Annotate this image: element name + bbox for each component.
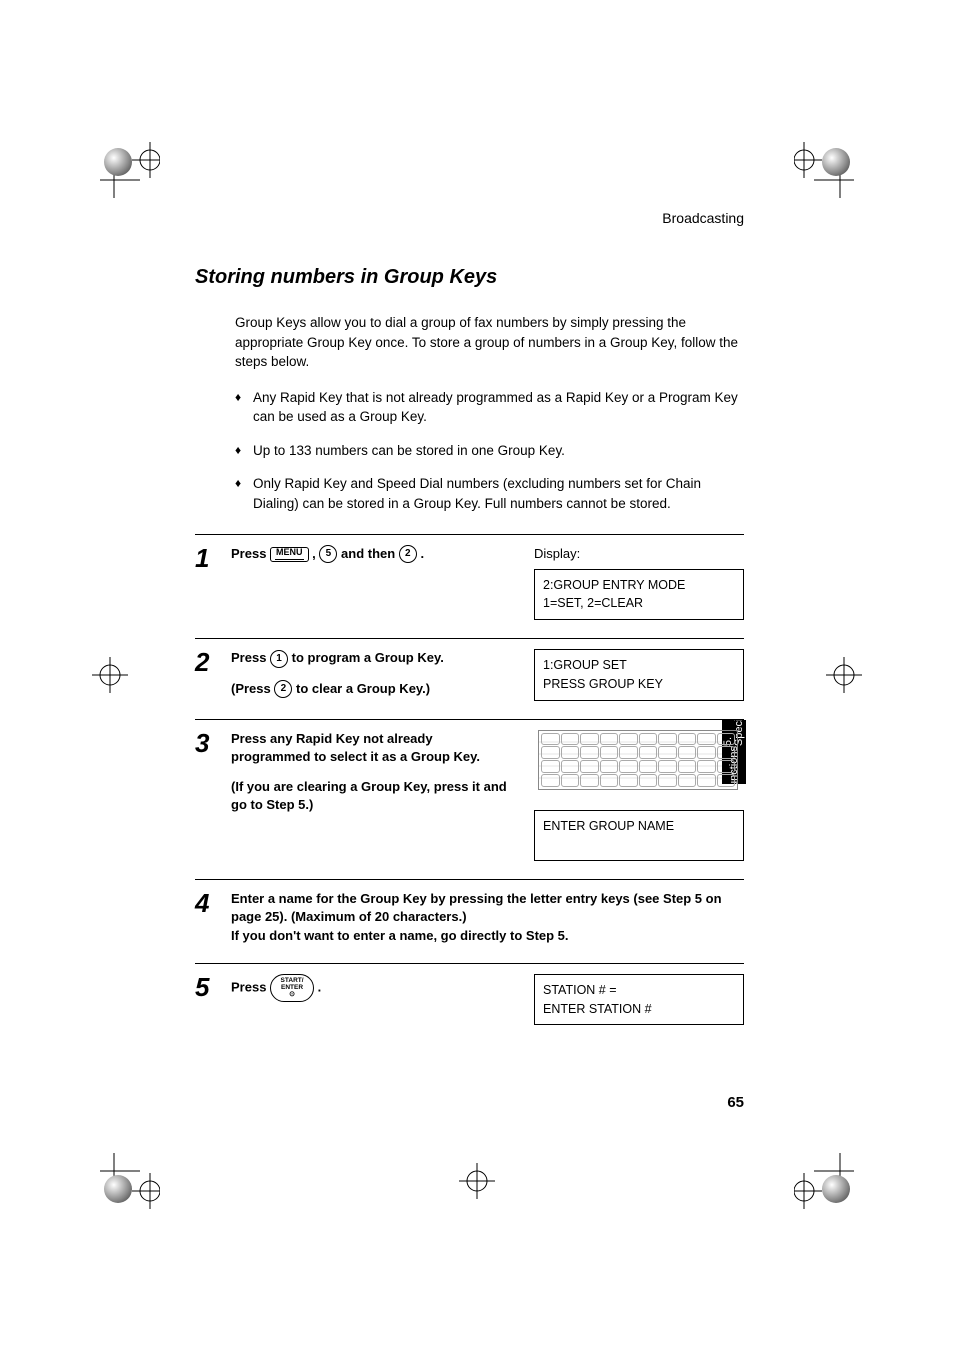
running-head: Broadcasting <box>195 210 744 226</box>
step-5: 5 Press START/ ENTER ⊙ . STATION # = ENT… <box>195 963 744 1044</box>
page-number: 65 <box>727 1094 744 1111</box>
crop-mark-icon <box>814 645 874 705</box>
display-line: ENTER STATION # <box>543 1000 735 1019</box>
key-2-icon: 2 <box>399 545 417 563</box>
step-1: 1 Press MENU , 5 and then 2 . Display: 2… <box>195 534 744 639</box>
step-number: 2 <box>195 649 219 701</box>
step-number: 3 <box>195 730 219 862</box>
page-content: Broadcasting Storing numbers in Group Ke… <box>195 210 744 1111</box>
step-instruction: Press MENU , 5 and then 2 . <box>231 545 514 621</box>
step-number: 1 <box>195 545 219 621</box>
step-instruction: Press START/ ENTER ⊙ . <box>231 974 514 1026</box>
key-5-icon: 5 <box>319 545 337 563</box>
display-box: 1:GROUP SET PRESS GROUP KEY <box>534 649 744 701</box>
display-box: 2:GROUP ENTRY MODE 1=SET, 2=CLEAR <box>534 569 744 621</box>
step-instruction: Press 1 to program a Group Key. (Press 2… <box>231 649 514 701</box>
display-line: 1=SET, 2=CLEAR <box>543 594 735 613</box>
step-instruction: Press any Rapid Key not already programm… <box>231 730 514 862</box>
bullet-list: Any Rapid Key that is not already progra… <box>235 388 744 514</box>
step-3: 3 Press any Rapid Key not already progra… <box>195 719 744 880</box>
display-line: PRESS GROUP KEY <box>543 675 735 694</box>
sphere-icon <box>822 148 850 176</box>
steps-list: 1 Press MENU , 5 and then 2 . Display: 2… <box>195 534 744 1044</box>
step-4: 4 Enter a name for the Group Key by pres… <box>195 879 744 963</box>
crop-mark-icon <box>447 1151 507 1211</box>
bullet-item: Only Rapid Key and Speed Dial numbers (e… <box>235 474 744 513</box>
crop-mark-icon <box>80 645 140 705</box>
key-2-icon: 2 <box>274 680 292 698</box>
intro-paragraph: Group Keys allow you to dial a group of … <box>235 313 744 372</box>
display-box: ENTER GROUP NAME <box>534 810 744 862</box>
sphere-icon <box>104 148 132 176</box>
step-instruction: Enter a name for the Group Key by pressi… <box>231 890 744 945</box>
sphere-icon <box>822 1175 850 1203</box>
section-title: Storing numbers in Group Keys <box>195 266 744 289</box>
bullet-item: Up to 133 numbers can be stored in one G… <box>235 441 744 461</box>
sphere-icon <box>104 1175 132 1203</box>
display-label: Display: <box>534 545 744 563</box>
start-enter-key-icon: START/ ENTER ⊙ <box>270 974 314 1002</box>
display-line: 1:GROUP SET <box>543 656 735 675</box>
display-line: 2:GROUP ENTRY MODE <box>543 576 735 595</box>
display-line: ENTER GROUP NAME <box>543 817 735 836</box>
display-line: STATION # = <box>543 981 735 1000</box>
rapid-key-panel-icon <box>538 730 738 790</box>
bullet-item: Any Rapid Key that is not already progra… <box>235 388 744 427</box>
step-number: 4 <box>195 890 219 945</box>
step-2: 2 Press 1 to program a Group Key. (Press… <box>195 638 744 719</box>
display-box: STATION # = ENTER STATION # <box>534 974 744 1026</box>
display-line <box>543 835 735 854</box>
menu-key-icon: MENU <box>270 547 309 562</box>
key-1-icon: 1 <box>270 650 288 668</box>
step-number: 5 <box>195 974 219 1026</box>
